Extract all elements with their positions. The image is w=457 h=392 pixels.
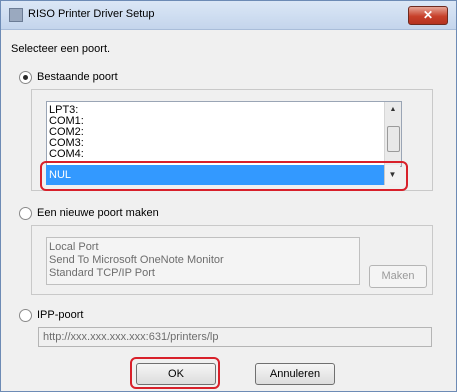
existing-port-radio[interactable] bbox=[19, 71, 32, 84]
scroll-up-icon[interactable]: ▲ bbox=[385, 102, 401, 118]
existing-port-list[interactable]: LPT3: COM1: COM2: COM3: COM4: ▲ bbox=[46, 101, 402, 167]
dropdown-highlight bbox=[40, 161, 408, 191]
new-port-radio[interactable] bbox=[19, 207, 32, 220]
list-item[interactable]: Standard TCP/IP Port bbox=[47, 267, 359, 280]
list-item[interactable]: COM2: bbox=[47, 127, 401, 138]
ok-button-highlight bbox=[130, 357, 220, 389]
list-item[interactable]: COM4: bbox=[47, 149, 401, 160]
new-port-list[interactable]: Local Port Send To Microsoft OneNote Mon… bbox=[46, 237, 360, 285]
new-port-label: Een nieuwe poort maken bbox=[37, 207, 159, 219]
list-scrollbar[interactable]: ▲ bbox=[384, 102, 401, 166]
title-bar: RISO Printer Driver Setup ✕ bbox=[1, 1, 456, 30]
existing-port-label: Bestaande poort bbox=[37, 71, 118, 83]
printer-app-icon bbox=[9, 8, 23, 22]
scroll-thumb[interactable] bbox=[387, 126, 400, 152]
list-item[interactable]: Send To Microsoft OneNote Monitor bbox=[47, 254, 359, 267]
cancel-button[interactable]: Annuleren bbox=[255, 363, 335, 385]
list-item[interactable]: COM1: bbox=[47, 116, 401, 127]
ipp-port-label: IPP-poort bbox=[37, 309, 84, 321]
window-title: RISO Printer Driver Setup bbox=[28, 8, 155, 20]
ipp-port-radio[interactable] bbox=[19, 309, 32, 322]
list-item[interactable]: COM3: bbox=[47, 138, 401, 149]
list-item[interactable]: LPT3: bbox=[47, 105, 401, 116]
list-item[interactable]: Local Port bbox=[47, 241, 359, 254]
ipp-url-field[interactable]: http://xxx.xxx.xxx.xxx:631/printers/lp bbox=[38, 327, 432, 347]
prompt-text: Selecteer een poort. bbox=[11, 43, 111, 55]
make-port-button[interactable]: Maken bbox=[369, 265, 427, 288]
setup-dialog: RISO Printer Driver Setup ✕ Selecteer ee… bbox=[0, 0, 457, 392]
close-button[interactable]: ✕ bbox=[408, 6, 448, 25]
